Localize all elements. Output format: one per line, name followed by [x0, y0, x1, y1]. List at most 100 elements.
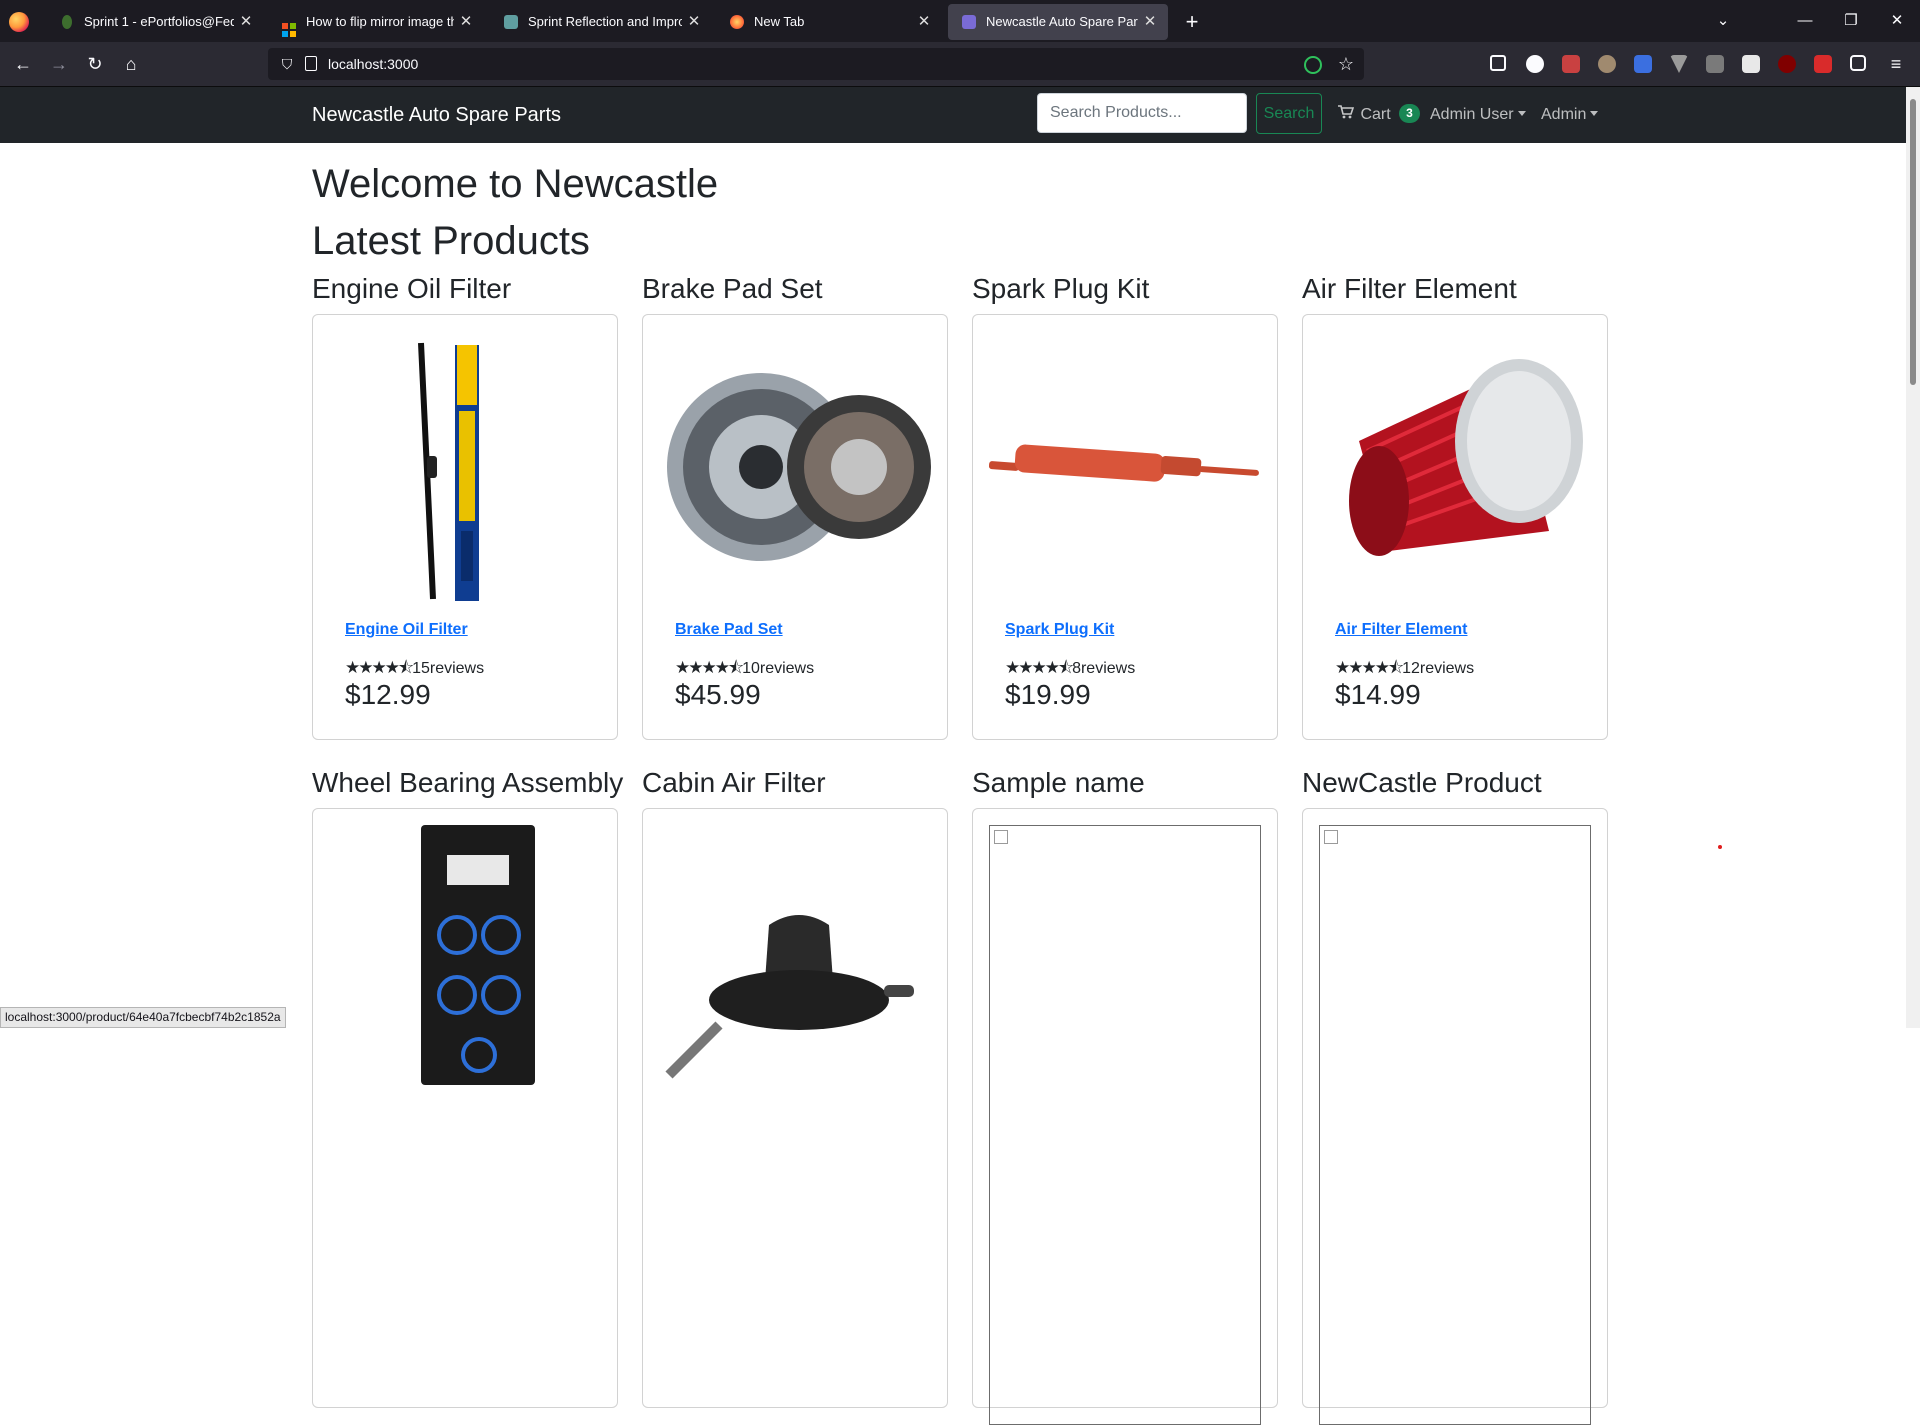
close-tab-icon[interactable]: ✕: [238, 4, 254, 40]
extension-circle-icon[interactable]: [1526, 55, 1544, 73]
leaf-favicon-icon: [62, 15, 72, 29]
close-window-icon[interactable]: ✕: [1874, 0, 1920, 42]
product-link[interactable]: Spark Plug Kit: [1005, 621, 1114, 639]
product-card: Air Filter Element ★★★★⯪12reviews $14.99: [1302, 314, 1608, 740]
forward-arrow-icon[interactable]: →: [45, 50, 73, 78]
product-image-shock-absorber[interactable]: [989, 331, 1261, 603]
browser-toolbar: ← → ↻ ⌂ ⛉ localhost:3000 ☆ ≡: [0, 42, 1920, 87]
review-count: 15reviews: [412, 660, 485, 677]
page-icon: [304, 55, 318, 73]
browser-tab-strip: Sprint 1 - ePortfolios@FedUni ✕ How to f…: [0, 0, 1920, 42]
user-menu-label: Admin User: [1430, 106, 1514, 123]
product-image-wiper-blade[interactable]: [329, 331, 601, 603]
home-icon[interactable]: ⌂: [117, 50, 145, 78]
bookmark-star-icon[interactable]: ☆: [1338, 48, 1354, 80]
rating-stars-icon: ★★★★⯪: [675, 658, 744, 677]
close-tab-icon[interactable]: ✕: [916, 4, 932, 40]
product-heading: Cabin Air Filter: [642, 767, 826, 798]
search-input[interactable]: [1037, 93, 1247, 133]
close-tab-icon[interactable]: ✕: [1142, 4, 1158, 40]
cart-link[interactable]: Cart 3: [1338, 87, 1420, 143]
rating-stars-icon: ★★★★⯪: [1005, 658, 1074, 677]
product-cell: Brake Pad Set Brake Pad Set ★★★★⯪10revie…: [642, 271, 948, 740]
tab-title: Sprint Reflection and Improvem: [528, 14, 682, 29]
chevron-down-icon: [1590, 111, 1599, 116]
extension-pen-icon[interactable]: [1814, 55, 1832, 73]
scrollbar-thumb[interactable]: [1910, 99, 1916, 385]
site-navbar: Newcastle Auto Spare Parts Search Cart 3…: [0, 87, 1920, 143]
rating-stars-icon: ★★★★⯪: [345, 658, 414, 677]
product-cell: Sample name: [972, 765, 1278, 1425]
product-heading: Engine Oil Filter: [312, 273, 512, 304]
product-image-broken[interactable]: [989, 825, 1261, 1425]
product-image-cone-air-filter[interactable]: [1319, 331, 1591, 603]
tab-title: New Tab: [754, 14, 805, 29]
extensions-puzzle-icon[interactable]: [1850, 55, 1866, 71]
page-scrollbar[interactable]: [1906, 87, 1920, 1028]
shield-icon[interactable]: ⛉: [278, 55, 296, 73]
product-image-engine-mount[interactable]: [659, 825, 931, 1425]
product-cell: Air Filter Element Air Filter Element ★★…: [1302, 271, 1608, 740]
browser-tab-1[interactable]: Sprint 1 - ePortfolios@FedUni ✕: [46, 4, 264, 40]
extension-translate-icon[interactable]: [1706, 55, 1724, 73]
cart-count-badge: 3: [1399, 104, 1420, 123]
reload-icon[interactable]: ↻: [81, 50, 109, 78]
back-arrow-icon[interactable]: ←: [9, 50, 37, 78]
browser-tab-3[interactable]: Sprint Reflection and Improvem ✕: [490, 4, 712, 40]
search-button[interactable]: Search: [1256, 93, 1322, 134]
extension-cookie-icon[interactable]: [1598, 55, 1616, 73]
broken-image-icon: [994, 830, 1008, 844]
product-price: $45.99: [675, 679, 761, 710]
product-cell: NewCastle Product: [1302, 765, 1608, 1425]
product-link[interactable]: Engine Oil Filter: [345, 621, 468, 639]
review-count: 10reviews: [742, 660, 815, 677]
new-tab-button[interactable]: +: [1178, 6, 1206, 38]
hamburger-menu-icon[interactable]: ≡: [1882, 50, 1910, 78]
microsoft-favicon-icon: [282, 15, 296, 37]
product-card: [1302, 808, 1608, 1425]
product-heading: Spark Plug Kit: [972, 273, 1150, 304]
admin-menu-dropdown[interactable]: Admin: [1541, 87, 1599, 143]
extension-red-icon[interactable]: [1562, 55, 1580, 73]
browser-tab-2[interactable]: How to flip mirror image that o ✕: [268, 4, 484, 40]
minimize-window-icon[interactable]: —: [1782, 0, 1828, 42]
firefox-favicon-icon: [730, 15, 744, 29]
product-image-clutch-kit[interactable]: [659, 331, 931, 603]
product-cell: Spark Plug Kit Spark Plug Kit ★★★★⯪8revi…: [972, 271, 1278, 740]
firefox-logo-icon[interactable]: [9, 12, 29, 32]
product-card: [972, 808, 1278, 1425]
browser-tab-5-active[interactable]: Newcastle Auto Spare Parts ✕: [948, 4, 1168, 40]
browser-tab-4[interactable]: New Tab ✕: [716, 4, 942, 40]
tab-title: Sprint 1 - ePortfolios@FedUni: [84, 14, 234, 29]
close-tab-icon[interactable]: ✕: [458, 4, 474, 40]
ublock-icon[interactable]: [1778, 55, 1796, 73]
site-brand[interactable]: Newcastle Auto Spare Parts: [312, 87, 561, 143]
list-all-tabs-icon[interactable]: ⌄: [1700, 0, 1746, 42]
cart-label: Cart: [1360, 106, 1391, 123]
product-link[interactable]: Brake Pad Set: [675, 621, 783, 639]
extension-z-icon[interactable]: [1634, 55, 1652, 73]
user-menu-dropdown[interactable]: Admin User: [1430, 87, 1526, 143]
extension-v-icon[interactable]: [1670, 55, 1688, 73]
product-card: Spark Plug Kit ★★★★⯪8reviews $19.99: [972, 314, 1278, 740]
cursor-dot: [1718, 845, 1722, 849]
product-image-broken[interactable]: [1319, 825, 1591, 1425]
product-cell: Engine Oil Filter Engine Oil Filter ★★★★…: [312, 271, 618, 740]
address-bar[interactable]: ⛉ localhost:3000 ☆: [268, 48, 1364, 80]
close-tab-icon[interactable]: ✕: [686, 4, 702, 40]
rating-stars-icon: ★★★★⯪: [1335, 658, 1404, 677]
extension-status-icon[interactable]: [1304, 56, 1322, 74]
restore-window-icon[interactable]: ❐: [1828, 0, 1874, 42]
chatgpt-favicon-icon: [504, 15, 518, 29]
pocket-icon[interactable]: [1490, 55, 1506, 71]
review-count: 8reviews: [1072, 660, 1136, 677]
product-heading: Wheel Bearing Assembly: [312, 767, 624, 798]
product-price: $12.99: [345, 679, 431, 710]
product-cell: Cabin Air Filter: [642, 765, 948, 1408]
product-link[interactable]: Air Filter Element: [1335, 621, 1467, 639]
product-image-gasket-pack[interactable]: [329, 825, 601, 1425]
product-card: [642, 808, 948, 1408]
extension-note-icon[interactable]: [1742, 55, 1760, 73]
product-price: $14.99: [1335, 679, 1421, 710]
url-text[interactable]: localhost:3000: [328, 48, 418, 80]
